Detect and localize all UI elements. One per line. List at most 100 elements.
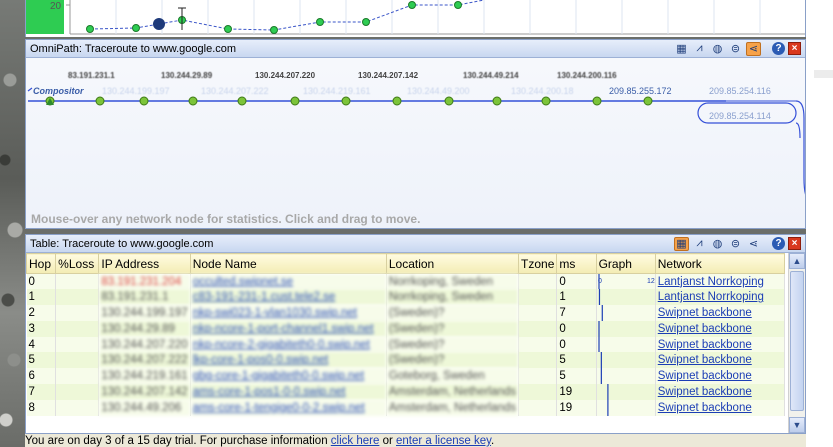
close-icon[interactable]: × [788,42,801,55]
table-row[interactable]: 5 130.244.207.222 lkp-core-1-pos0-0.swip.n… [26,352,786,369]
col-header-ms[interactable]: ms [556,253,597,274]
cell-loss [55,352,100,369]
cell-network[interactable]: Swipnet backbone [655,336,786,353]
network-link[interactable]: Swipnet backbone [658,307,752,319]
cell-location: (Sweden)? [386,336,520,353]
trace-table-wrap: Hop %Loss IP Address Node Name Location … [26,253,805,433]
table-view-icon[interactable]: ▦ [674,42,689,56]
cell-ip: 130.244.49.206 [98,399,191,416]
table-row[interactable]: 8 130.244.49.206 ams-core-1-tengige0-0-2.s… [26,399,786,416]
cell-location: Goteborg, Sweden [386,368,520,385]
cell-location: (Sweden)? [386,352,520,369]
omnipath-canvas[interactable]: 83.191.231.1 130.244.29.89 130.244.207.2… [26,58,805,228]
table-row[interactable]: 2 130.244.199.197 nkp-swi023-1-vlan1030.sw… [26,305,786,321]
cell-ip: 130.244.207.222 [98,352,191,369]
cell-ip: 83.191.231.1 [98,289,191,306]
table-view-icon[interactable]: ▦ [674,236,689,251]
table-row[interactable]: 4 130.244.207.220 nkp-ncore-2-gigabiteth0-… [26,336,786,353]
cell-network[interactable]: Swipnet backbone [655,320,786,337]
omnipath-toolbar: ▦ ⩘ ◍ ⊜ ⋖ ? × [674,41,801,56]
graph-view-icon[interactable]: ⩘ [692,237,707,251]
col-header-hop[interactable]: Hop [26,253,57,274]
graph-view-icon[interactable]: ⩘ [692,42,707,56]
cell-location: (Sweden)? [386,305,520,321]
globe-icon[interactable]: ◍ [710,42,725,56]
cell-network[interactable]: Lantjanst Norrkoping [655,273,786,290]
network-link[interactable]: Lantjanst Norrkoping [658,291,764,303]
route-view-icon[interactable]: ⋖ [746,237,761,251]
cell-ms: 0 [556,320,597,337]
col-header-node[interactable]: Node Name [189,253,387,274]
latency-graph-mark [601,305,603,321]
help-icon[interactable]: ? [772,42,785,55]
scroll-up-icon[interactable]: ▲ [789,253,805,269]
network-label: 130.244.219.161 [303,86,371,96]
status-text-middle: or [379,435,396,447]
network-link[interactable]: Lantjanst Norrkoping [658,276,764,288]
cell-hop: 5 [26,352,57,369]
table-row[interactable]: 0 83.191.231.204 occulted.swipnet.se Norrko… [26,273,786,290]
table-titlebar: Table: Traceroute to www.google.com ▦ ⩘ … [26,235,805,253]
cell-location: Amsterdam, Netherlands [386,384,520,400]
network-link[interactable]: Swipnet backbone [658,323,752,335]
cell-node-name: gbg-core-1-gigabiteth0-0.swip.net [190,368,387,385]
cell-network[interactable]: Swipnet backbone [655,384,786,400]
cell-network[interactable]: Swipnet backbone [655,305,786,321]
table-row[interactable]: 7 130.244.207.142 ams-core-1-pos1-0-0.swip… [26,384,786,400]
cell-network[interactable]: Swipnet backbone [655,352,786,369]
scroll-thumb[interactable] [790,271,804,411]
cell-graph [596,368,656,385]
latency-graph-mark [600,368,602,385]
network-link[interactable]: Swipnet backbone [658,402,752,414]
hop-ip-label: 130.244.207.142 [358,71,419,80]
close-icon[interactable]: × [788,237,801,250]
table-row[interactable]: 1 83.191.231.1 c83-191-231-1.cust.tele2.se… [26,289,786,306]
network-link[interactable]: Swipnet backbone [658,386,752,398]
cell-tzone [518,320,558,337]
cell-network[interactable]: Swipnet backbone [655,399,786,416]
cell-ms: 1 [556,289,597,306]
globe-icon[interactable]: ◍ [710,237,725,251]
help-icon[interactable]: ? [772,237,785,250]
cell-node-name: nkp-swi023-1-vlan1030.swip.net [190,305,387,321]
network-link[interactable]: Swipnet backbone [658,339,752,351]
purchase-link[interactable]: click here [331,435,380,447]
status-text-suffix: . [491,435,495,447]
license-key-link[interactable]: enter a license key [396,435,491,447]
cell-loss [55,384,100,400]
cell-network[interactable]: Lantjanst Norrkoping [655,289,786,306]
cell-node-name: ams-core-1-pos1-0-0.swip.net [190,384,387,400]
cell-graph [596,336,656,353]
latency-graph-mark [597,336,600,353]
col-header-location[interactable]: Location [385,253,520,274]
cell-tzone [518,289,558,306]
cell-loss [55,305,100,321]
cell-network[interactable]: Swipnet backbone [655,368,786,385]
col-header-loss[interactable]: %Loss [55,253,100,274]
network-label: 130.244.207.222 [201,86,269,96]
vertical-scrollbar[interactable]: ▲ ▼ [788,253,805,433]
col-header-ip[interactable]: IP Address [98,253,191,274]
cell-node-name: c83-191-231-1.cust.tele2.se [190,289,387,306]
table-row[interactable]: 3 130.244.29.89 nkp-ncore-1-port-channel1.… [26,320,786,337]
col-header-graph[interactable]: Graph [595,253,656,274]
scroll-down-icon[interactable]: ▼ [789,417,805,433]
network-link[interactable]: Swipnet backbone [658,354,752,366]
cell-node-name: nkp-ncore-1-port-channel1.swip.net [190,320,387,337]
cell-hop: 1 [26,289,57,306]
table-row[interactable]: 6 130.244.219.161 gbg-core-1-gigabiteth0-0… [26,368,786,385]
col-header-tzone[interactable]: Tzone [518,253,558,274]
network-label: 130.244.200.18 [511,86,574,96]
cell-hop: 3 [26,320,57,337]
network-link[interactable]: Swipnet backbone [658,370,752,382]
cell-loss [55,273,100,290]
cell-ms: 0 [556,273,597,290]
trace-table-body: 0 83.191.231.204 occulted.swipnet.se Norrko… [26,273,786,416]
list-view-icon[interactable]: ⊜ [728,42,743,56]
cell-ms: 19 [556,399,597,416]
route-view-icon[interactable]: ⋖ [746,41,761,56]
cell-tzone [518,273,558,290]
cell-hop: 2 [26,305,57,321]
col-header-network[interactable]: Network [654,253,786,274]
list-view-icon[interactable]: ⊜ [728,237,743,251]
